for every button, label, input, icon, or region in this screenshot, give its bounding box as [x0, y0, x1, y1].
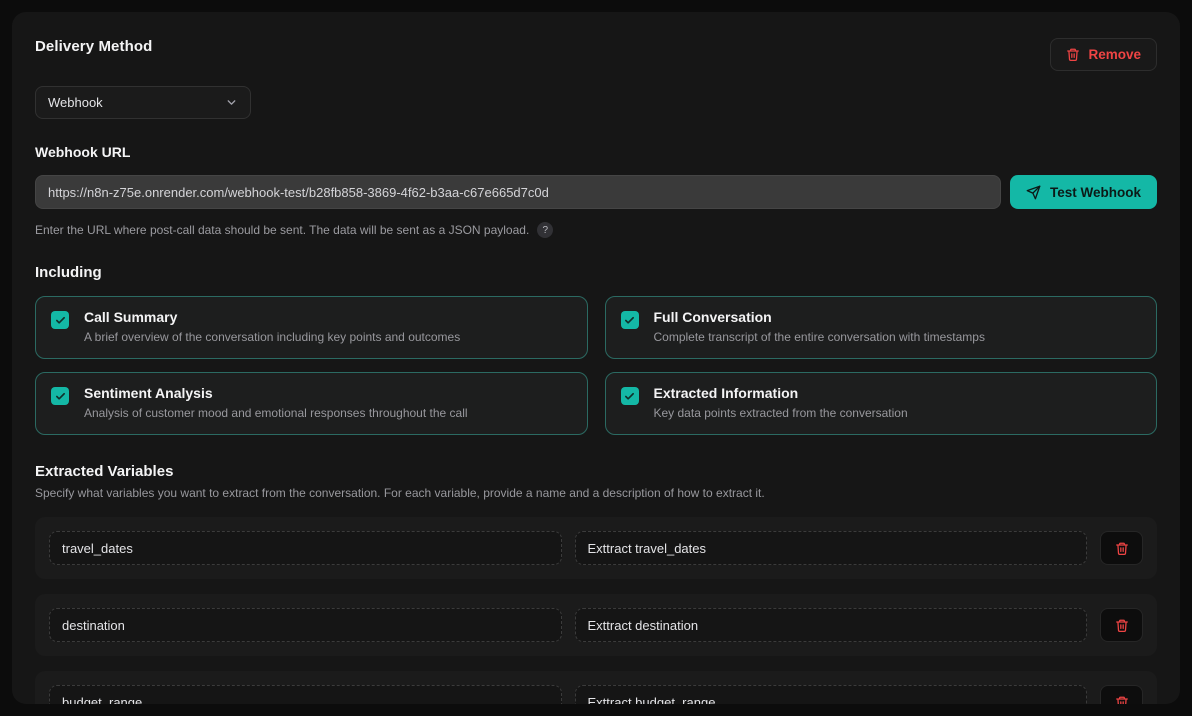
remove-button[interactable]: Remove: [1050, 38, 1157, 71]
delivery-method-label: Delivery Method: [35, 38, 152, 55]
delete-variable-button[interactable]: [1100, 608, 1143, 642]
option-title: Full Conversation: [654, 309, 985, 325]
option-sentiment-analysis[interactable]: Sentiment Analysis Analysis of customer …: [35, 372, 588, 435]
option-description: Analysis of customer mood and emotional …: [84, 406, 468, 420]
option-title: Extracted Information: [654, 385, 908, 401]
check-icon: [55, 391, 66, 402]
variable-row: [35, 594, 1157, 656]
chevron-down-icon: [225, 96, 238, 109]
delete-variable-button[interactable]: [1100, 685, 1143, 704]
help-icon[interactable]: ?: [537, 222, 553, 238]
check-icon: [624, 315, 635, 326]
option-title: Call Summary: [84, 309, 460, 325]
webhook-helper-text: Enter the URL where post-call data shoul…: [35, 223, 529, 237]
variable-name-input[interactable]: [49, 608, 562, 642]
option-extracted-information[interactable]: Extracted Information Key data points ex…: [605, 372, 1158, 435]
test-webhook-button[interactable]: Test Webhook: [1010, 175, 1157, 209]
webhook-url-label: Webhook URL: [35, 144, 1157, 160]
option-description: Complete transcript of the entire conver…: [654, 330, 985, 344]
delivery-method-select[interactable]: Webhook: [35, 86, 251, 119]
send-icon: [1026, 185, 1041, 200]
checkbox-checked[interactable]: [621, 311, 639, 329]
variable-description-input[interactable]: [575, 608, 1088, 642]
option-title: Sentiment Analysis: [84, 385, 468, 401]
trash-icon: [1115, 695, 1129, 705]
webhook-url-input[interactable]: [35, 175, 1001, 209]
checkbox-checked[interactable]: [51, 311, 69, 329]
webhook-helper-row: Enter the URL where post-call data shoul…: [35, 222, 1157, 238]
variable-row: [35, 517, 1157, 579]
test-webhook-label: Test Webhook: [1050, 185, 1141, 200]
check-icon: [624, 391, 635, 402]
delivery-method-selected-value: Webhook: [48, 95, 103, 110]
option-description: A brief overview of the conversation inc…: [84, 330, 460, 344]
checkbox-checked[interactable]: [51, 387, 69, 405]
option-call-summary[interactable]: Call Summary A brief overview of the con…: [35, 296, 588, 359]
trash-icon: [1115, 618, 1129, 633]
variable-name-input[interactable]: [49, 531, 562, 565]
trash-icon: [1115, 541, 1129, 556]
variable-name-input[interactable]: [49, 685, 562, 704]
webhook-url-row: Test Webhook: [35, 175, 1157, 209]
delivery-settings-panel: Delivery Method Remove Webhook Webhook U…: [12, 12, 1180, 704]
variable-row: [35, 671, 1157, 704]
variable-description-input[interactable]: [575, 685, 1088, 704]
option-description: Key data points extracted from the conve…: [654, 406, 908, 420]
variable-description-input[interactable]: [575, 531, 1088, 565]
including-label: Including: [35, 264, 1157, 281]
trash-icon: [1066, 47, 1080, 62]
checkbox-checked[interactable]: [621, 387, 639, 405]
extracted-variables-description: Specify what variables you want to extra…: [35, 486, 1157, 500]
delete-variable-button[interactable]: [1100, 531, 1143, 565]
check-icon: [55, 315, 66, 326]
remove-button-label: Remove: [1088, 47, 1141, 62]
panel-header: Delivery Method Remove: [35, 38, 1157, 71]
option-full-conversation[interactable]: Full Conversation Complete transcript of…: [605, 296, 1158, 359]
including-options-grid: Call Summary A brief overview of the con…: [35, 296, 1157, 435]
extracted-variables-label: Extracted Variables: [35, 463, 1157, 480]
extracted-variables-list: [35, 517, 1157, 704]
